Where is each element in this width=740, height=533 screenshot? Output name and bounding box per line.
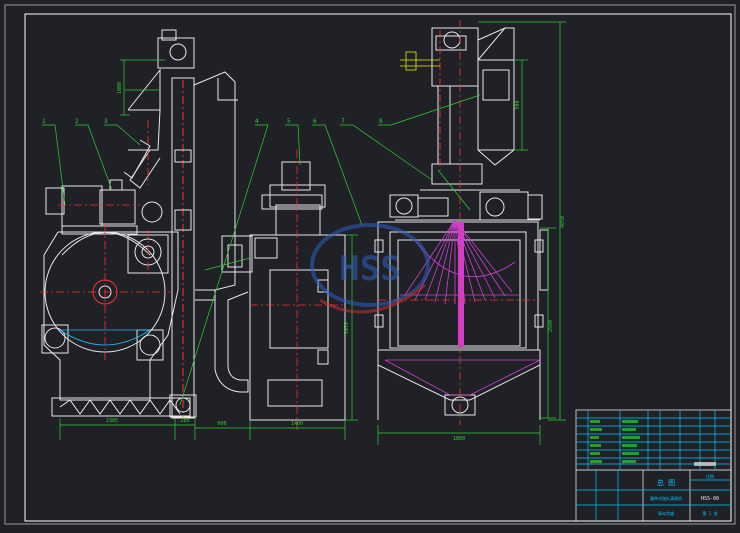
drawing-title: 总 图 xyxy=(657,478,675,487)
dim-hopper-height: 1000 xyxy=(117,82,123,94)
part-name: 履带式抛丸清理机 xyxy=(650,495,682,501)
watermark-text: HSS xyxy=(339,249,400,289)
left-view xyxy=(41,29,249,419)
watermark-logo: HSS xyxy=(310,223,430,314)
leader-label: 4 xyxy=(255,118,259,125)
parts-list-fills xyxy=(590,420,716,466)
dim-mid-offset: 600 xyxy=(217,421,226,427)
dim-upper-height: 500 xyxy=(515,100,521,109)
dim-right-inner-height: 2590 xyxy=(548,320,554,332)
leader-label: 1 xyxy=(42,118,46,125)
leader-label: 8 xyxy=(379,118,383,125)
leader-labels: 1 2 3 4 5 6 7 8 xyxy=(42,118,383,125)
left-view-centerlines xyxy=(40,120,170,360)
leader-label: 3 xyxy=(104,118,108,125)
scale-label: 比例 xyxy=(706,473,714,479)
dim-right-width: 1800 xyxy=(453,436,465,442)
company-name: 青岛华盛 xyxy=(658,510,674,516)
assembly-drawing: 2385 280 600 1400 1800 2590 4850 2070 10… xyxy=(4,4,736,525)
leader-label: 7 xyxy=(341,118,345,125)
leader-label: 5 xyxy=(287,118,291,125)
shot-stream xyxy=(384,219,541,396)
drawing-number: HSS-00 xyxy=(701,496,719,502)
dim-mid-width: 1400 xyxy=(291,421,303,427)
dim-mid-height: 2070 xyxy=(344,322,350,334)
title-block-text: 总 图 履带式抛丸清理机 青岛华盛 HSS-00 比例 第 1 张 xyxy=(650,473,719,516)
cad-drawing-canvas: 2385 280 600 1400 1800 2590 4850 2070 10… xyxy=(0,0,740,529)
dimension-labels: 2385 280 600 1400 1800 2590 4850 2070 10… xyxy=(106,82,566,442)
dim-right-total-height: 4850 xyxy=(560,216,566,228)
leader-label: 6 xyxy=(313,118,317,125)
sheet-label: 第 1 张 xyxy=(702,510,717,516)
dim-left-total-width: 2385 xyxy=(106,418,118,424)
middle-view-centerlines xyxy=(250,150,345,430)
right-view-yellow-parts xyxy=(400,51,440,71)
dim-left-small-width: 280 xyxy=(180,418,189,424)
leader-label: 2 xyxy=(75,118,79,125)
